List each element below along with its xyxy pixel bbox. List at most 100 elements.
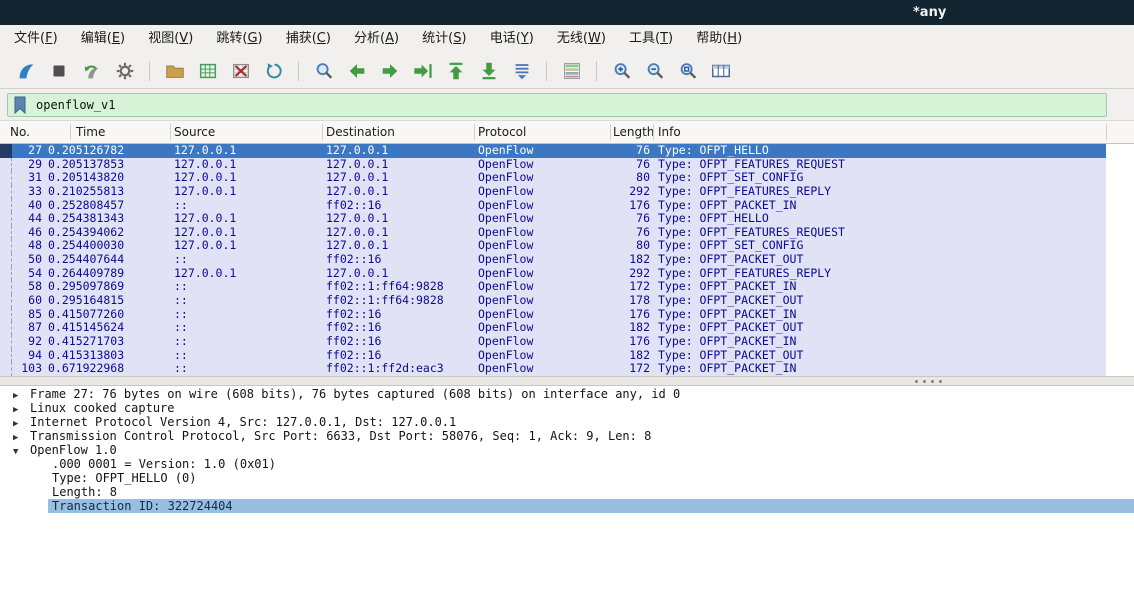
detail-row[interactable]: ▶ Internet Protocol Version 4, Src: 127.0… [0, 415, 1134, 429]
reload-file-button[interactable] [260, 57, 287, 84]
zoom-100-button[interactable] [674, 57, 701, 84]
menu-item[interactable]: 统计(S) [413, 25, 475, 53]
colorize-packets-button[interactable] [558, 57, 585, 84]
arrow-to-bottom-icon [482, 62, 495, 79]
close-file-button[interactable] [227, 57, 254, 84]
packet-cell-info: Type: OFPT_FEATURES_REPLY [658, 184, 832, 198]
column-header-source[interactable]: Source [174, 121, 215, 143]
go-to-packet-button[interactable] [409, 57, 436, 84]
column-separator[interactable] [653, 124, 654, 140]
menu-item[interactable]: 电话(Y) [481, 25, 543, 53]
packet-cell-time: 0.254400030 [48, 239, 125, 253]
restart-capture-button[interactable] [78, 57, 105, 84]
column-separator[interactable] [474, 124, 475, 140]
column-separator[interactable] [1106, 124, 1107, 140]
packet-cell-no: 48 [28, 239, 42, 253]
related-packet-gutter [0, 184, 12, 199]
packet-row[interactable]: 87 0.415145624 :: ff02::16 OpenFlow 182 … [0, 321, 1106, 335]
packet-cell-time: 0.254407644 [48, 253, 125, 267]
open-file-button[interactable] [161, 57, 188, 84]
menu-item-label: 分析( [354, 31, 386, 46]
detail-row[interactable]: ▼ OpenFlow 1.0 [0, 443, 1134, 457]
column-header-protocol[interactable]: Protocol [478, 121, 526, 143]
packet-row[interactable]: 92 0.415271703 :: ff02::16 OpenFlow 176 … [0, 334, 1106, 349]
menu-item[interactable]: 编辑(E) [72, 25, 134, 53]
menu-item[interactable]: 工具(T) [620, 25, 682, 53]
expand-arrow-icon[interactable]: ▼ [13, 445, 30, 459]
packet-row[interactable]: 46 0.254394062 127.0.0.1 127.0.0.1 OpenF… [0, 225, 1106, 240]
go-forward-button[interactable] [376, 57, 403, 84]
save-file-button[interactable] [194, 57, 221, 84]
column-separator[interactable] [322, 124, 323, 140]
column-header-info[interactable]: Info [658, 121, 681, 143]
packet-row[interactable]: 54 0.264409789 127.0.0.1 127.0.0.1 OpenF… [0, 266, 1106, 281]
packet-cell-source: 127.0.0.1 [174, 171, 237, 185]
menu-item[interactable]: 无线(W) [548, 25, 615, 53]
packet-cell-source: :: [174, 362, 188, 376]
packet-cell-protocol: OpenFlow [478, 239, 534, 253]
go-back-button[interactable] [343, 57, 370, 84]
packet-cell-no: 50 [28, 253, 42, 267]
detail-row[interactable]: Length: 8 [0, 485, 1134, 499]
packet-cell-source: 127.0.0.1 [174, 225, 237, 239]
packet-cell-info: Type: OFPT_FEATURES_REQUEST [658, 157, 845, 171]
packet-row[interactable]: 29 0.205137853 127.0.0.1 127.0.0.1 OpenF… [0, 157, 1106, 172]
auto-scroll-button[interactable] [508, 57, 535, 84]
packet-row[interactable]: 48 0.254400030 127.0.0.1 127.0.0.1 OpenF… [0, 239, 1106, 254]
go-to-last-packet-button[interactable] [475, 57, 502, 84]
stop-capture-button[interactable] [45, 57, 72, 84]
detail-row[interactable]: ▶ Transmission Control Protocol, Src Port… [0, 429, 1134, 443]
pane-splitter[interactable] [0, 376, 1134, 386]
packet-cell-source: 127.0.0.1 [174, 184, 237, 198]
packet-row[interactable]: 103 0.671922968 :: ff02::1:ff2d:eac3 Ope… [0, 362, 1106, 376]
packet-cell-destination: 127.0.0.1 [326, 212, 389, 226]
packet-row[interactable]: 40 0.252808457 :: ff02::16 OpenFlow 176 … [0, 198, 1106, 213]
detail-row[interactable]: Transaction ID: 322724404 [48, 499, 1134, 513]
packet-row[interactable]: 94 0.415313803 :: ff02::16 OpenFlow 182 … [0, 348, 1106, 363]
splitter-handle-icon [915, 380, 942, 383]
packet-row[interactable]: 33 0.210255813 127.0.0.1 127.0.0.1 OpenF… [0, 184, 1106, 199]
capture-options-button[interactable] [111, 57, 138, 84]
column-separator[interactable] [170, 124, 171, 140]
find-packet-button[interactable] [310, 57, 337, 84]
menu-item[interactable]: 帮助(H) [687, 25, 751, 53]
menu-item[interactable]: 跳转(G) [207, 25, 271, 53]
filter-bookmark-button[interactable] [8, 94, 32, 116]
packet-row[interactable]: 31 0.205143820 127.0.0.1 127.0.0.1 OpenF… [0, 171, 1106, 185]
start-capture-button[interactable] [12, 57, 39, 84]
packet-row[interactable]: 60 0.295164815 :: ff02::1:ff64:9828 Open… [0, 294, 1106, 308]
menu-item[interactable]: 视图(V) [139, 25, 202, 53]
column-separator[interactable] [70, 124, 71, 140]
column-header-no[interactable]: No. [10, 121, 30, 143]
menu-item[interactable]: 文件(F) [5, 25, 67, 53]
menu-item[interactable]: 捕获(C) [277, 25, 340, 53]
zoom-out-button[interactable] [641, 57, 668, 84]
column-header-length[interactable]: Length [613, 121, 654, 143]
resize-columns-button[interactable] [707, 57, 734, 84]
packet-row[interactable]: 27 0.205126782 127.0.0.1 127.0.0.1 OpenF… [0, 144, 1106, 158]
zoom-in-button[interactable] [608, 57, 635, 84]
detail-row[interactable]: ▶ Linux cooked capture [0, 401, 1134, 415]
detail-row[interactable]: Type: OFPT_HELLO (0) [0, 471, 1134, 485]
column-header-destination[interactable]: Destination [326, 121, 395, 143]
related-packet-gutter [0, 334, 12, 349]
column-separator[interactable] [610, 124, 611, 140]
related-packet-gutter [0, 294, 12, 308]
packet-cell-source: :: [174, 307, 188, 321]
column-header-time[interactable]: Time [76, 121, 105, 143]
packet-cell-time: 0.415313803 [48, 348, 125, 362]
detail-text: Transaction ID: 322724404 [52, 499, 233, 513]
display-filter-input[interactable] [32, 93, 1106, 116]
menu-item-mnemonic: F [45, 31, 53, 46]
go-to-first-packet-button[interactable] [442, 57, 469, 84]
detail-row[interactable]: .000 0001 = Version: 1.0 (0x01) [0, 457, 1134, 471]
packet-list[interactable]: 27 0.205126782 127.0.0.1 127.0.0.1 OpenF… [0, 144, 1134, 376]
menu-item[interactable]: 分析(A) [345, 25, 408, 53]
packet-cell-protocol: OpenFlow [478, 212, 534, 226]
packet-row[interactable]: 58 0.295097869 :: ff02::1:ff64:9828 Open… [0, 280, 1106, 295]
packet-cell-source: :: [174, 280, 188, 294]
detail-row[interactable]: ▶ Frame 27: 76 bytes on wire (608 bits), … [0, 387, 1134, 401]
packet-row[interactable]: 85 0.415077260 :: ff02::16 OpenFlow 176 … [0, 307, 1106, 322]
packet-row[interactable]: 44 0.254381343 127.0.0.1 127.0.0.1 OpenF… [0, 212, 1106, 226]
packet-row[interactable]: 50 0.254407644 :: ff02::16 OpenFlow 182 … [0, 253, 1106, 267]
